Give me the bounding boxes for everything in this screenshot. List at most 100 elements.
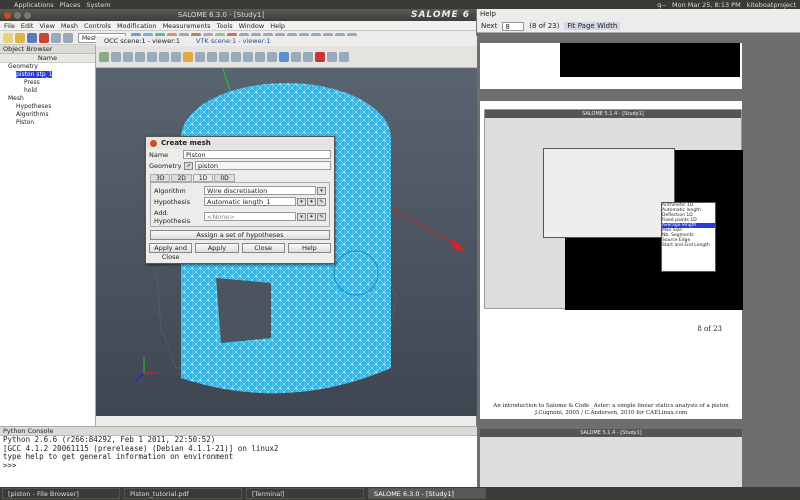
bottom-view-icon[interactable] [231,51,241,62]
page-number-input[interactable]: 8 [502,21,525,31]
trihedron-icon[interactable] [183,51,193,62]
chevron-down-icon[interactable]: ▾ [297,212,306,221]
front-view-icon[interactable] [195,51,205,62]
add-hypothesis-select[interactable]: <None> [204,212,296,221]
taskbar-file-browser[interactable]: [piston - File Browser] [2,488,120,499]
dump-view-icon[interactable] [99,51,109,62]
edit-hypothesis-icon[interactable]: ✎ [317,197,326,206]
tree-item-mesh[interactable]: Mesh [0,95,95,103]
menu-mesh[interactable]: Mesh [61,22,78,30]
open-icon[interactable] [15,32,25,43]
assign-hypotheses-button[interactable]: Assign a set of hypotheses [150,230,330,240]
clone-view-icon[interactable] [279,51,289,62]
tree-item-piston-stp[interactable]: piston stp_1 [16,71,53,78]
embedded-dialog [543,148,675,238]
fit-all-icon[interactable] [147,51,157,62]
tab-vtk-viewer[interactable]: VTK scene:1 - viewer:1 [188,37,278,45]
menu-measurements[interactable]: Measurements [163,22,211,30]
close-window-button[interactable] [4,11,11,19]
tab-occ-viewer[interactable]: OCC scene:1 - viewer:1 [96,37,188,45]
hypothesis-select[interactable]: Automatic length_1 [204,197,296,206]
taskbar-salome[interactable]: SALOME 6.3.0 - [Study1] [368,488,486,499]
close-dialog-icon[interactable] [150,139,157,147]
menu-view[interactable]: View [39,22,54,30]
clock[interactable]: Mon Mar 25, 8:13 PM [672,1,741,9]
edit-add-hypothesis-icon[interactable]: ✎ [317,212,326,221]
next-page-button[interactable]: Next [481,22,497,30]
window-title: SALOME 6.3.0 - [Study1] [177,11,265,19]
apply-and-close-button[interactable]: Apply and Close [149,243,193,261]
fit-area-icon[interactable] [159,51,169,62]
taskbar-pdf[interactable]: Piston_tutorial.pdf [124,488,242,499]
x-axis-line [390,207,462,249]
close-button[interactable]: Close [241,243,285,253]
name-column-header[interactable]: Name [0,54,95,63]
menu-modification[interactable]: Modification [117,22,157,30]
create-add-hypothesis-icon[interactable]: ✦ [307,212,316,221]
graduated-axes-icon[interactable] [303,51,313,62]
console-prompt[interactable]: >>> [0,461,477,471]
zoom-select[interactable]: Fit Page Width [564,22,621,30]
paste-icon[interactable] [63,32,73,43]
menu-edit[interactable]: Edit [21,22,34,30]
piston-window-left [216,278,271,343]
tree-item-hold[interactable]: hold [0,87,95,95]
right-view-icon[interactable] [255,51,265,62]
play-icon[interactable] [327,51,337,62]
geometry-label: Geometry [149,161,182,170]
mesh-name-input[interactable]: Piston [183,150,331,159]
stop-icon[interactable] [339,51,349,62]
help-button[interactable]: Help [287,243,331,253]
pdf-viewer-window: Help Next 8 (8 of 23) Fit Page Width SAL… [477,9,800,487]
minimize-button[interactable] [14,11,21,19]
battery-indicator[interactable]: q-- [657,1,666,9]
global-pan-icon[interactable] [171,51,181,62]
create-hypothesis-icon[interactable]: ✦ [307,197,316,206]
tree-item-hypotheses[interactable]: Hypotheses [0,103,95,111]
top-view-icon[interactable] [219,51,229,62]
tree-item-geometry[interactable]: Geometry [0,63,95,71]
user-menu[interactable]: kiteboatproject [747,1,796,9]
tab-1d[interactable]: 1D [192,174,214,182]
object-browser-title: Object Browser [0,45,95,54]
places-menu[interactable]: Places [60,1,81,9]
chevron-down-icon[interactable]: ▾ [317,186,326,195]
geometry-field[interactable]: piston [195,161,331,170]
python-console[interactable]: Python Console Python 2.6.6 (r266:84292,… [0,426,477,487]
save-icon[interactable] [27,32,37,43]
tab-0d[interactable]: 0D [214,174,235,182]
copy-icon[interactable] [51,32,61,43]
menu-file[interactable]: File [4,22,15,30]
tree-item-press[interactable]: Press [0,79,95,87]
apply-button[interactable]: Apply [195,243,239,253]
pdf-page-8[interactable]: SALOME 5.1.4 - [Study1] Arithmetic 1D Au… [480,101,743,419]
add-hypothesis-label: Add. Hypothesis [154,208,191,225]
tree-item-algorithms[interactable]: Algorithms [0,111,95,119]
menu-tools[interactable]: Tools [217,22,233,30]
menu-window[interactable]: Window [239,22,265,30]
menu-help[interactable]: Help [270,22,285,30]
tree-item-piston[interactable]: Piston [0,119,95,127]
taskbar-terminal[interactable]: [Terminal] [246,488,364,499]
scaling-icon[interactable] [291,51,301,62]
zoom-icon[interactable] [135,51,145,62]
menu-controls[interactable]: Controls [84,22,111,30]
left-view-icon[interactable] [243,51,253,62]
chevron-down-icon[interactable]: ▾ [297,197,306,206]
tab-2d[interactable]: 2D [171,174,192,182]
back-view-icon[interactable] [207,51,217,62]
help-menu[interactable]: Help [477,9,800,19]
new-icon[interactable] [3,32,13,43]
maximize-button[interactable] [24,11,31,19]
tab-3d[interactable]: 3D [150,174,171,182]
select-geometry-icon[interactable]: ➚ [184,161,193,170]
system-menu[interactable]: System [86,1,110,9]
record-icon[interactable] [315,51,325,62]
rotate-view-icon[interactable] [111,51,121,62]
pan-icon[interactable] [123,51,133,62]
reset-view-icon[interactable] [267,51,277,62]
close-study-icon[interactable] [39,32,49,43]
name-label: Name [149,150,169,159]
algorithm-select[interactable]: Wire discretisation [204,186,316,195]
applications-menu[interactable]: Applications [14,1,54,9]
